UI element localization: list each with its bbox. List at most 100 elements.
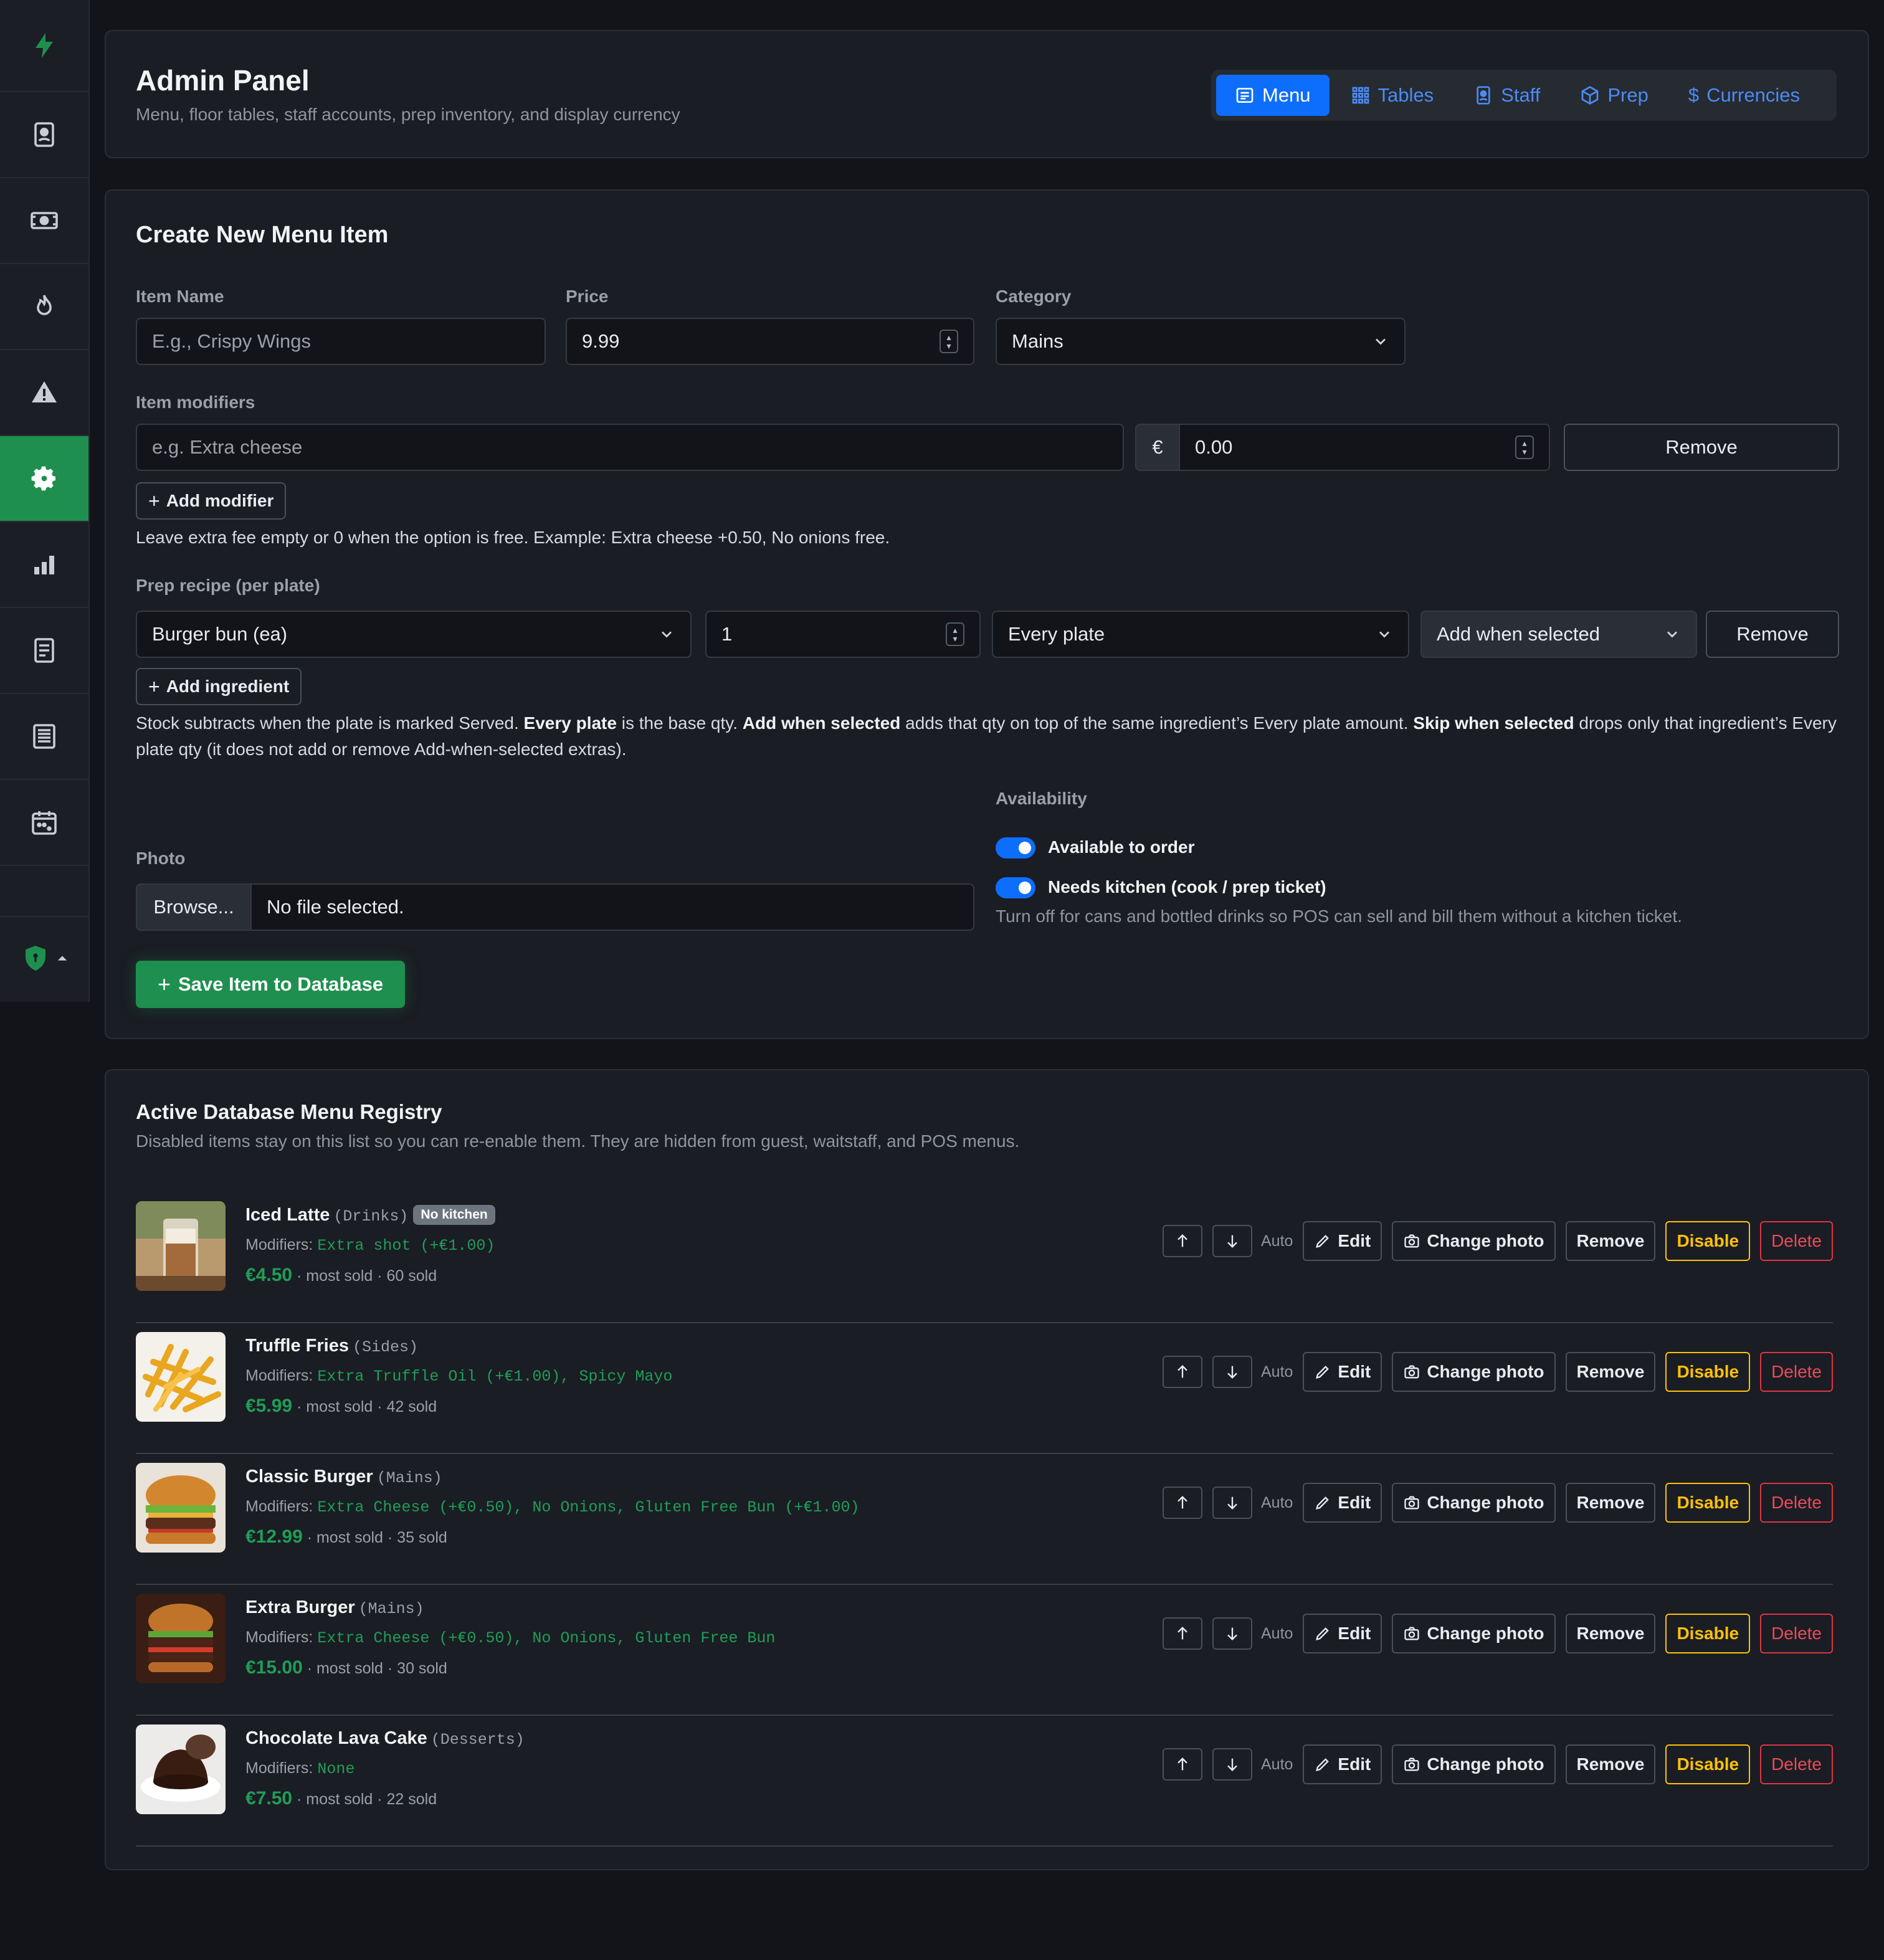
- item-actions: Auto Edit Change photo Remove Disable De…: [1162, 1221, 1833, 1261]
- remove-ingredient-button[interactable]: Remove: [1706, 611, 1839, 658]
- edit-button[interactable]: Edit: [1303, 1483, 1382, 1523]
- item-price-line: €7.50 · most sold · 22 sold: [245, 1788, 437, 1809]
- change-photo-button[interactable]: Change photo: [1392, 1744, 1556, 1784]
- tab-tables[interactable]: Tables: [1332, 75, 1453, 116]
- move-up-button[interactable]: [1162, 1617, 1202, 1650]
- edit-button[interactable]: Edit: [1303, 1744, 1382, 1784]
- fee-stepper[interactable]: ▴ ▾: [1515, 435, 1534, 459]
- move-down-button[interactable]: [1212, 1356, 1252, 1388]
- move-up-button[interactable]: [1162, 1748, 1202, 1781]
- price-input[interactable]: 9.99 ▴ ▾: [566, 318, 974, 365]
- edit-button[interactable]: Edit: [1303, 1221, 1382, 1261]
- modifiers-prefix: Modifiers:: [245, 1498, 318, 1515]
- delete-item-button[interactable]: Delete: [1760, 1744, 1833, 1784]
- tab-staff[interactable]: Staff: [1455, 75, 1559, 116]
- tab-currencies[interactable]: $ Currencies: [1670, 75, 1819, 116]
- disable-item-button[interactable]: Disable: [1665, 1744, 1751, 1784]
- item-category: (Mains): [358, 1600, 424, 1618]
- badge-icon: [1477, 86, 1490, 105]
- move-down-button[interactable]: [1212, 1225, 1252, 1257]
- sidebar-item-logs[interactable]: [0, 694, 88, 780]
- delete-item-button[interactable]: Delete: [1760, 1221, 1833, 1261]
- item-modifiers: Modifiers: None: [245, 1759, 354, 1778]
- move-down-button[interactable]: [1212, 1487, 1252, 1519]
- price-stepper[interactable]: ▴ ▾: [940, 330, 958, 353]
- page-subtitle: Menu, floor tables, staff accounts, prep…: [136, 105, 680, 124]
- change-photo-button[interactable]: Change photo: [1392, 1614, 1556, 1653]
- remove-item-button[interactable]: Remove: [1565, 1614, 1656, 1653]
- tab-menu[interactable]: Menu: [1216, 75, 1330, 116]
- available-toggle[interactable]: [996, 837, 1035, 859]
- item-sales: · most sold · 22 sold: [292, 1791, 437, 1808]
- prep-mode-select[interactable]: Add when selected: [1420, 611, 1697, 658]
- prep-ingredient-select[interactable]: Burger bun (ea): [136, 611, 692, 658]
- item-category: (Desserts): [431, 1731, 525, 1749]
- prep-qty-value: 1: [721, 623, 733, 645]
- sidebar-item-cash[interactable]: [0, 178, 88, 264]
- sidebar-item-settings[interactable]: [0, 436, 88, 522]
- prep-help-b3: Skip when selected: [1413, 713, 1574, 733]
- delete-item-button[interactable]: Delete: [1760, 1352, 1833, 1392]
- edit-button[interactable]: Edit: [1303, 1352, 1382, 1392]
- kitchen-help-text: Turn off for cans and bottled drinks so …: [996, 906, 1682, 926]
- category-select[interactable]: Mains: [996, 318, 1406, 365]
- sidebar-spacer: [0, 866, 88, 917]
- delete-item-button[interactable]: Delete: [1760, 1483, 1833, 1523]
- item-photo: [136, 1332, 226, 1422]
- sidebar-role-menu[interactable]: [0, 917, 88, 999]
- item-name: Chocolate Lava Cake: [245, 1728, 427, 1748]
- kitchen-label: Needs kitchen (cook / prep ticket): [1048, 877, 1326, 897]
- kitchen-toggle[interactable]: [996, 877, 1035, 898]
- move-up-button[interactable]: [1162, 1356, 1202, 1388]
- remove-item-button[interactable]: Remove: [1565, 1483, 1656, 1523]
- change-photo-button[interactable]: Change photo: [1392, 1221, 1556, 1261]
- receipt-icon: [34, 638, 54, 663]
- move-up-button[interactable]: [1162, 1487, 1202, 1519]
- sidebar-item-receipts[interactable]: [0, 608, 88, 694]
- remove-item-button[interactable]: Remove: [1565, 1352, 1656, 1392]
- add-ingredient-button[interactable]: + Add ingredient: [136, 668, 302, 705]
- remove-modifier-button[interactable]: Remove: [1564, 424, 1839, 471]
- disable-item-button[interactable]: Disable: [1665, 1483, 1751, 1523]
- tab-prep[interactable]: Prep: [1561, 75, 1667, 116]
- move-down-button[interactable]: [1212, 1748, 1252, 1781]
- disable-item-button[interactable]: Disable: [1665, 1352, 1751, 1392]
- caret-up-icon: [57, 956, 67, 961]
- disable-item-button[interactable]: Disable: [1665, 1221, 1751, 1261]
- modifier-name-input[interactable]: e.g. Extra cheese: [136, 424, 1124, 471]
- sidebar-item-staff-badge[interactable]: [0, 92, 88, 178]
- chevron-down-icon: [1379, 631, 1389, 638]
- move-up-button[interactable]: [1162, 1225, 1202, 1257]
- disable-item-button[interactable]: Disable: [1665, 1614, 1751, 1653]
- prep-rule-select[interactable]: Every plate: [992, 611, 1409, 658]
- change-photo-button[interactable]: Change photo: [1392, 1352, 1556, 1392]
- sidebar-item-alerts[interactable]: [0, 350, 88, 436]
- file-input[interactable]: No file selected.: [250, 883, 974, 931]
- pencil-icon: [1316, 1758, 1330, 1771]
- item-price: €12.99: [245, 1526, 303, 1547]
- sidebar-item-calendar[interactable]: [0, 780, 88, 866]
- modifiers-value: None: [317, 1760, 355, 1778]
- calendar-icon: [32, 811, 57, 835]
- save-item-button[interactable]: + Save Item to Database: [136, 961, 405, 1008]
- move-down-button[interactable]: [1212, 1617, 1252, 1650]
- delete-item-button[interactable]: Delete: [1760, 1614, 1833, 1653]
- sidebar-item-home[interactable]: [0, 0, 88, 92]
- sidebar-item-reports[interactable]: [0, 522, 88, 608]
- add-modifier-button[interactable]: + Add modifier: [136, 482, 287, 520]
- item-modifiers: Modifiers: Extra shot (+€1.00): [245, 1236, 495, 1255]
- sidebar: [0, 0, 90, 1002]
- prep-qty-input[interactable]: 1 ▴ ▾: [705, 611, 981, 658]
- edit-button[interactable]: Edit: [1303, 1614, 1382, 1653]
- grid-icon: [1352, 87, 1369, 104]
- remove-item-button[interactable]: Remove: [1565, 1744, 1656, 1784]
- remove-item-button[interactable]: Remove: [1565, 1221, 1656, 1261]
- change-photo-button[interactable]: Change photo: [1392, 1483, 1556, 1523]
- modifier-fee-input[interactable]: 0.00 ▴ ▾: [1179, 424, 1550, 471]
- qty-stepper[interactable]: ▴ ▾: [946, 622, 964, 646]
- sidebar-item-kitchen[interactable]: [0, 264, 88, 350]
- browse-button[interactable]: Browse...: [136, 883, 252, 931]
- gear-icon: [31, 466, 55, 491]
- disable-label: Disable: [1677, 1231, 1739, 1250]
- item-name-input[interactable]: E.g., Crispy Wings: [136, 318, 546, 365]
